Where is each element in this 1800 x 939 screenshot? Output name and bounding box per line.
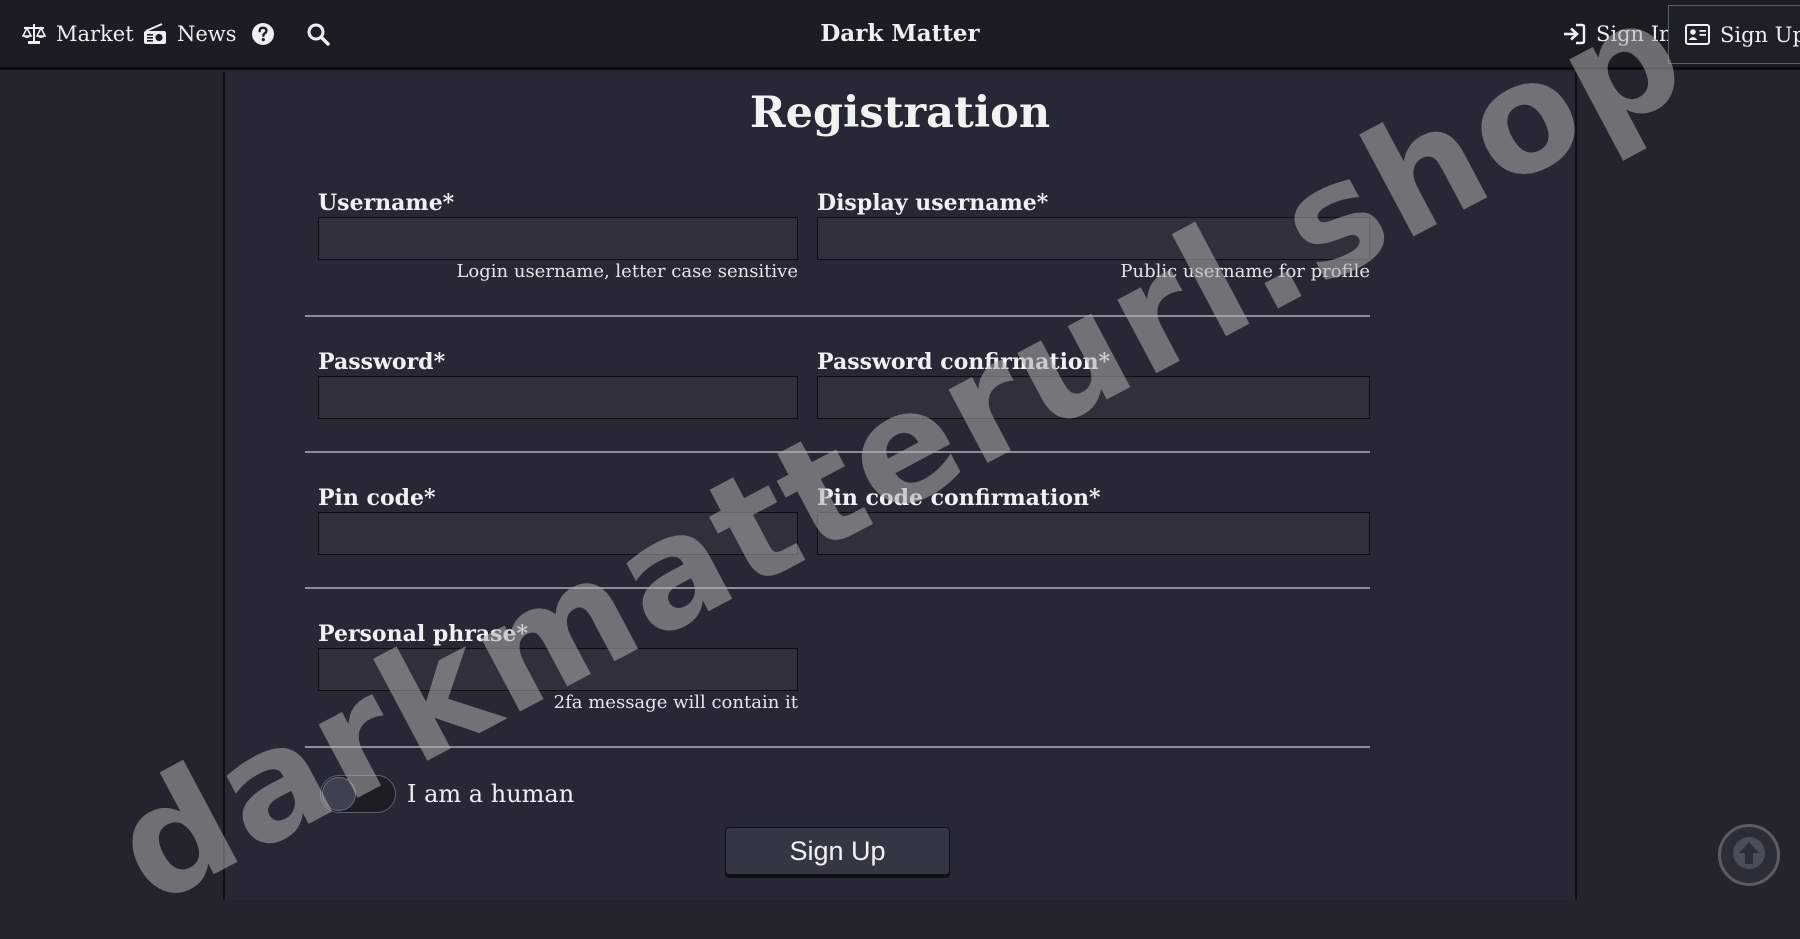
help-icon <box>251 22 275 46</box>
nav-signup-label: Sign Up <box>1720 22 1800 47</box>
nav-market-link[interactable]: Market <box>22 0 134 67</box>
human-toggle[interactable] <box>320 775 396 813</box>
nav-market-label: Market <box>56 21 134 46</box>
section-divider <box>305 451 1370 453</box>
pin-code-input[interactable] <box>318 512 798 555</box>
pin-code-confirmation-input[interactable] <box>817 512 1370 555</box>
human-toggle-label[interactable]: I am a human <box>407 780 574 808</box>
scroll-to-top-button[interactable] <box>1718 824 1780 886</box>
username-input[interactable] <box>318 217 798 260</box>
section-divider <box>305 315 1370 317</box>
sign-in-icon <box>1562 23 1586 45</box>
section-divider <box>305 746 1370 748</box>
nav-news-link[interactable]: News <box>143 0 237 67</box>
personal-phrase-hint: 2fa message will contain it <box>553 692 798 713</box>
id-card-icon <box>1685 24 1710 45</box>
toggle-knob <box>322 777 356 811</box>
radio-icon <box>143 22 167 45</box>
username-hint: Login username, letter case sensitive <box>456 261 798 282</box>
personal-phrase-label: Personal phrase* <box>318 621 528 647</box>
display-username-input[interactable] <box>817 217 1370 260</box>
nav-signup-link[interactable]: Sign Up <box>1668 5 1800 64</box>
nav-signin-link[interactable]: Sign In <box>1562 0 1673 67</box>
nav-help-button[interactable] <box>251 0 275 67</box>
display-username-hint: Public username for profile <box>1120 261 1370 282</box>
password-label: Password* <box>318 349 446 375</box>
nav-search-button[interactable] <box>306 0 330 67</box>
password-confirmation-input[interactable] <box>817 376 1370 419</box>
arrow-up-icon <box>1732 836 1766 874</box>
page-title: Registration <box>749 88 1051 138</box>
top-navbar: Market News Dark Matter Sign In Sign Up <box>0 0 1800 70</box>
password-confirmation-label: Password confirmation* <box>817 349 1111 375</box>
pin-code-confirmation-label: Pin code confirmation* <box>817 485 1101 511</box>
balance-scale-icon <box>22 23 46 45</box>
username-label: Username* <box>318 190 455 216</box>
password-input[interactable] <box>318 376 798 419</box>
personal-phrase-input[interactable] <box>318 648 798 691</box>
section-divider <box>305 587 1370 589</box>
pin-code-label: Pin code* <box>318 485 436 511</box>
display-username-label: Display username* <box>817 190 1049 216</box>
signup-submit-button[interactable]: Sign Up <box>725 827 950 875</box>
nav-signin-label: Sign In <box>1596 21 1673 46</box>
brand-title[interactable]: Dark Matter <box>700 0 1100 67</box>
search-icon <box>306 22 330 46</box>
nav-news-label: News <box>177 21 237 46</box>
